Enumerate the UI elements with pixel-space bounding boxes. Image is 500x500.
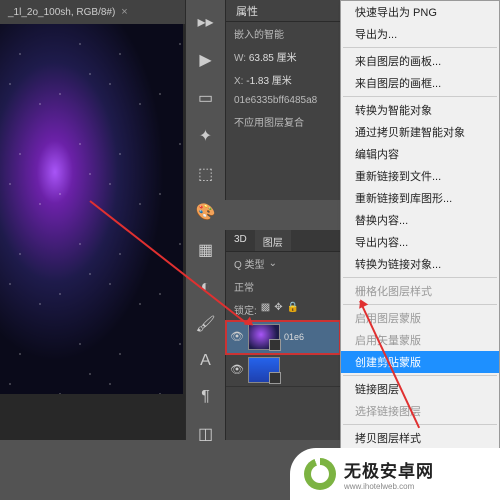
layers-panel: 3D 图层 Q 类型 ⌄ 正常 锁定: ▩ ✥ 🔒 👁 01e6 👁 <box>225 230 340 440</box>
menu-export-contents[interactable]: 导出内容... <box>341 231 499 253</box>
watermark-logo-icon <box>304 458 336 490</box>
x-value[interactable]: -1.83 厘米 <box>246 76 292 87</box>
menu-relink-file[interactable]: 重新链接到文件... <box>341 165 499 187</box>
hash-value: 01e6335bff6485a8 <box>226 91 340 110</box>
histogram-icon[interactable]: ▭ <box>196 88 216 108</box>
canvas-image[interactable] <box>0 24 183 394</box>
smart-object-badge-icon <box>269 339 281 351</box>
document-tab[interactable]: _1l_2o_100sh, RGB/8#) × <box>0 0 185 24</box>
info-icon[interactable]: ✦ <box>196 126 216 146</box>
visibility-icon[interactable]: 👁 <box>230 363 244 377</box>
menu-enable-mask: 启用图层蒙版 <box>341 307 499 329</box>
vertical-toolbar: ▸▸ ▶ ▭ ✦ ⬚ 🎨 ▦ ◐ 🖌 A ¶ ◫ <box>185 0 225 440</box>
layer-row[interactable]: 👁 <box>226 354 340 387</box>
properties-title: 属性 <box>226 0 340 22</box>
blend-mode-select[interactable]: 正常 <box>226 275 340 298</box>
menu-from-artboard[interactable]: 来自图层的画板... <box>341 50 499 72</box>
lock-position-icon[interactable]: ✥ <box>274 302 282 317</box>
smart-object-badge-icon <box>269 372 281 384</box>
brush-icon[interactable]: 🖌 <box>196 314 216 334</box>
layer-kind-filter[interactable]: Q 类型 ⌄ <box>226 252 340 275</box>
menu-convert-linked[interactable]: 转换为链接对象... <box>341 253 499 275</box>
kind-label: Q 类型 <box>234 256 265 271</box>
lock-label: 锁定: <box>234 302 257 317</box>
lock-row: 锁定: ▩ ✥ 🔒 <box>226 298 340 321</box>
menu-from-frame[interactable]: 来自图层的画框... <box>341 72 499 94</box>
grid-icon[interactable]: ▦ <box>196 240 216 260</box>
menu-separator <box>343 375 497 376</box>
layer-name[interactable]: 01e6 <box>284 332 304 342</box>
document-title: _1l_2o_100sh, RGB/8#) <box>8 7 115 18</box>
menu-select-linked: 选择链接图层 <box>341 400 499 422</box>
x-label: X: <box>234 76 243 87</box>
swatches-icon[interactable]: ⬚ <box>196 164 216 184</box>
menu-rasterize: 栅格化图层样式 <box>341 280 499 302</box>
palette-icon[interactable]: 🎨 <box>196 202 216 222</box>
menu-separator <box>343 96 497 97</box>
play-icon[interactable]: ▶ <box>196 50 216 70</box>
tab-layers[interactable]: 图层 <box>255 230 291 251</box>
visibility-icon[interactable]: 👁 <box>230 330 244 344</box>
menu-edit-contents[interactable]: 编辑内容 <box>341 143 499 165</box>
menu-link-layers[interactable]: 链接图层 <box>341 378 499 400</box>
layer-row-selected[interactable]: 👁 01e6 <box>226 321 340 354</box>
layer-thumbnail[interactable] <box>248 324 280 350</box>
paragraph-icon[interactable]: ¶ <box>196 388 216 406</box>
tab-3d[interactable]: 3D <box>226 230 255 251</box>
collapse-icon[interactable]: ▸▸ <box>196 12 216 32</box>
lock-all-icon[interactable]: 🔒 <box>287 302 299 317</box>
layer-context-menu: 快速导出为 PNG 导出为... 来自图层的画板... 来自图层的画框... 转… <box>340 0 500 494</box>
w-value[interactable]: 63.85 厘米 <box>249 53 297 64</box>
watermark-en: www.ihotelweb.com <box>344 482 434 491</box>
close-icon[interactable]: × <box>121 6 127 18</box>
menu-create-clipping-mask[interactable]: 创建剪贴蒙版 <box>341 351 499 373</box>
watermark-cn: 无极安卓网 <box>344 457 434 482</box>
adjustments-icon[interactable]: ◐ <box>196 278 216 296</box>
watermark: 无极安卓网 www.ihotelweb.com <box>290 448 500 500</box>
no-comp-label: 不应用图层复合 <box>226 110 340 133</box>
w-label: W: <box>234 53 246 64</box>
layer-thumbnail[interactable] <box>248 357 280 383</box>
menu-enable-vmask: 启用矢量蒙版 <box>341 329 499 351</box>
menu-separator <box>343 47 497 48</box>
lock-pixels-icon[interactable]: ▩ <box>261 302 270 317</box>
blend-mode-value: 正常 <box>234 279 254 294</box>
menu-separator <box>343 277 497 278</box>
menu-export-as[interactable]: 导出为... <box>341 23 499 45</box>
menu-new-so-copy[interactable]: 通过拷贝新建智能对象 <box>341 121 499 143</box>
character-icon[interactable]: A <box>196 352 216 370</box>
menu-separator <box>343 304 497 305</box>
menu-separator <box>343 424 497 425</box>
canvas-area: _1l_2o_100sh, RGB/8#) × <box>0 0 185 440</box>
properties-panel: 属性 嵌入的智能 W: 63.85 厘米 X: -1.83 厘米 01e6335… <box>225 0 340 200</box>
embed-label: 嵌入的智能 <box>226 22 340 45</box>
chevron-down-icon: ⌄ <box>269 258 277 269</box>
menu-relink-lib[interactable]: 重新链接到库图形... <box>341 187 499 209</box>
menu-replace-contents[interactable]: 替换内容... <box>341 209 499 231</box>
menu-copy-style[interactable]: 拷贝图层样式 <box>341 427 499 449</box>
menu-convert-so[interactable]: 转换为智能对象 <box>341 99 499 121</box>
menu-export-png[interactable]: 快速导出为 PNG <box>341 1 499 23</box>
layers-icon[interactable]: ◫ <box>196 424 216 444</box>
